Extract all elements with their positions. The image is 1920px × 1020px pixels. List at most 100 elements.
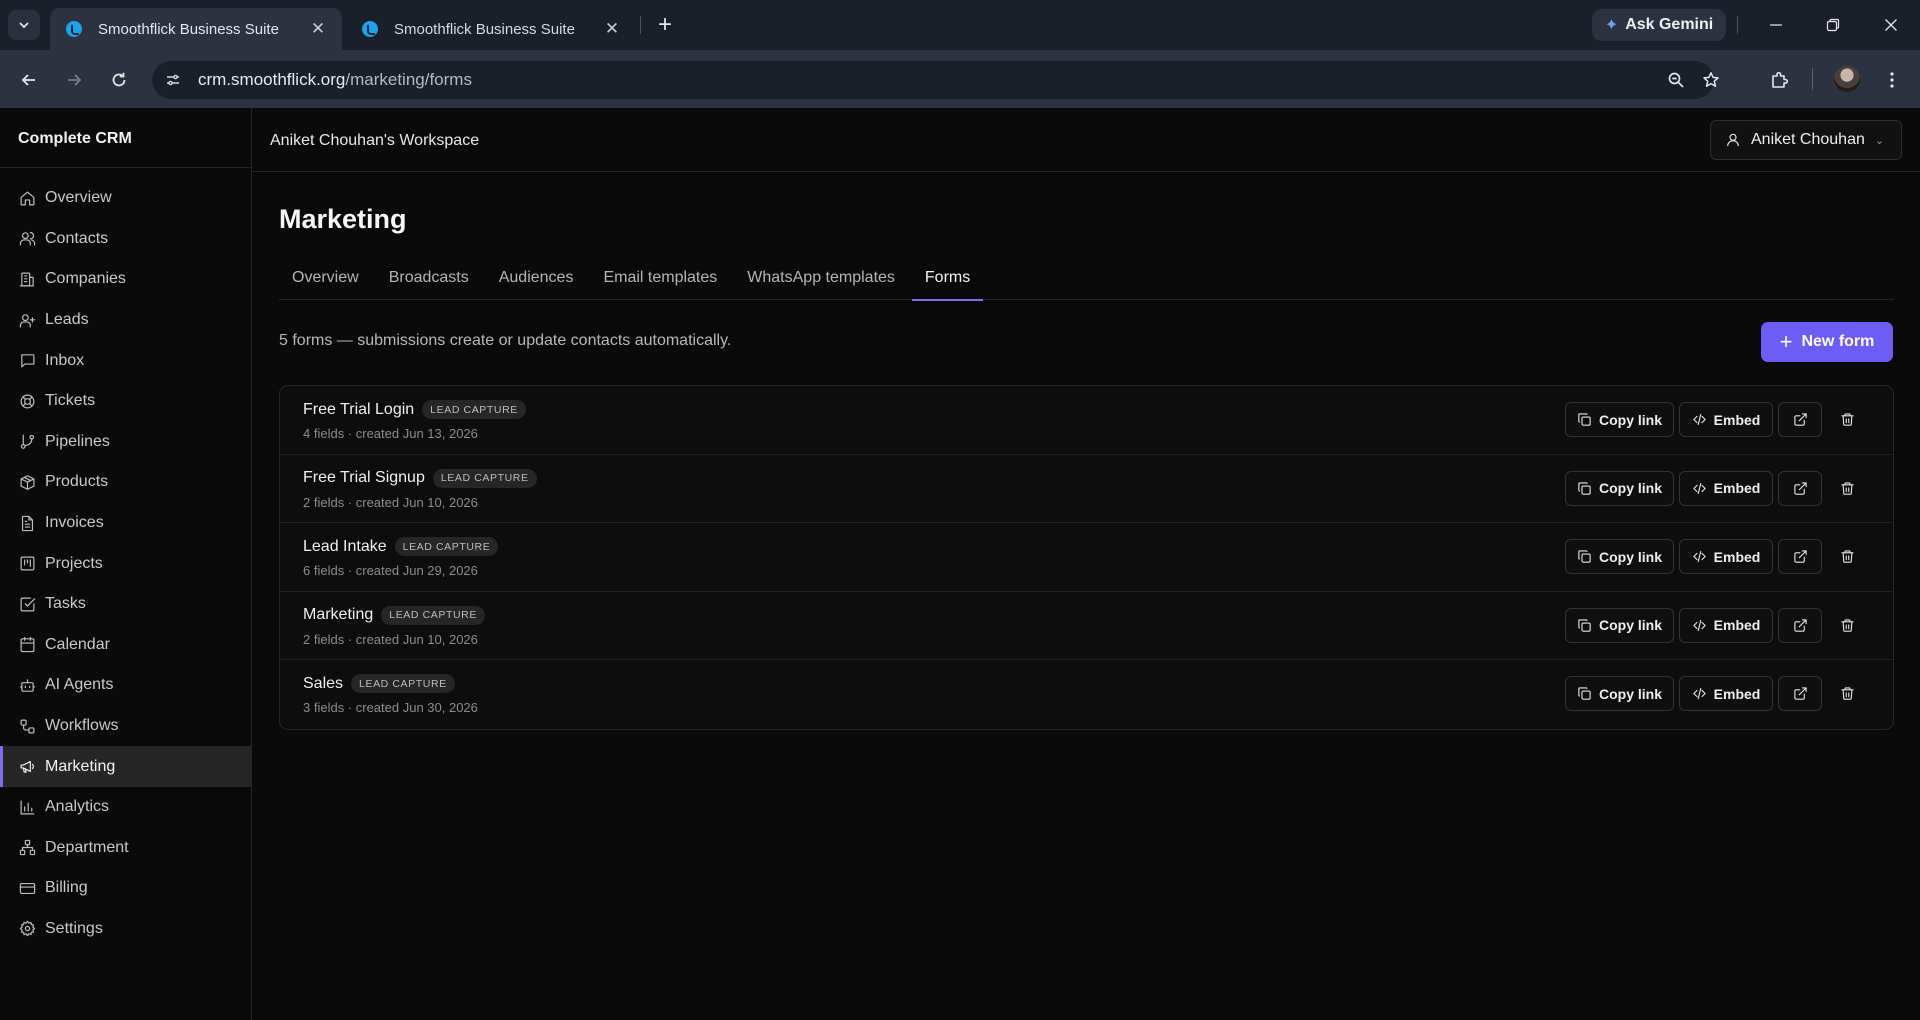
code-icon bbox=[1692, 482, 1706, 494]
close-tab-icon[interactable]: ✕ bbox=[602, 19, 622, 39]
embed-button[interactable]: Embed bbox=[1679, 402, 1773, 437]
tab-email-templates[interactable]: Email templates bbox=[590, 256, 730, 300]
sidebar-item-label: Tickets bbox=[45, 392, 96, 410]
sidebar-item-contacts[interactable]: Contacts bbox=[0, 219, 251, 260]
sidebar-item-label: Workflows bbox=[45, 717, 119, 735]
code-icon bbox=[1692, 413, 1706, 426]
restore-window-button[interactable] bbox=[1813, 8, 1853, 42]
sidebar-item-department[interactable]: Department bbox=[0, 828, 251, 869]
bar-chart-icon bbox=[18, 798, 36, 816]
tab-overview[interactable]: Overview bbox=[279, 256, 372, 300]
sidebar-item-label: Settings bbox=[45, 919, 103, 937]
tab-forms[interactable]: Forms bbox=[911, 256, 984, 301]
sidebar-item-projects[interactable]: Projects bbox=[0, 543, 251, 584]
forward-button[interactable] bbox=[59, 65, 89, 95]
gear-icon bbox=[18, 920, 36, 938]
copy-icon bbox=[1578, 413, 1591, 426]
sidebar-item-ai-agents[interactable]: AI Agents bbox=[0, 665, 251, 706]
sidebar-item-billing[interactable]: Billing bbox=[0, 868, 251, 909]
zoom-icon[interactable] bbox=[1661, 65, 1691, 95]
forms-list: Free Trial Login LEAD CAPTURE 4 fields ·… bbox=[279, 385, 1894, 730]
copy-link-button[interactable]: Copy link bbox=[1565, 607, 1674, 643]
new-tab-button[interactable]: + bbox=[650, 10, 680, 40]
embed-button[interactable]: Embed bbox=[1679, 470, 1773, 506]
sidebar-item-invoices[interactable]: Invoices bbox=[0, 503, 251, 544]
close-tab-icon[interactable]: ✕ bbox=[308, 19, 328, 39]
bookmark-star-icon[interactable] bbox=[1696, 65, 1726, 95]
browser-menu-button[interactable] bbox=[1876, 65, 1908, 95]
check-square-icon bbox=[18, 595, 36, 613]
browser-tab-active[interactable]: Smoothflick Business Suite ✕ bbox=[50, 8, 342, 50]
site-favicon-icon bbox=[362, 21, 378, 37]
sidebar-item-tickets[interactable]: Tickets bbox=[0, 381, 251, 422]
extensions-button[interactable] bbox=[1764, 65, 1796, 95]
url-text: crm.smoothflick.org/marketing/forms bbox=[198, 70, 472, 90]
form-name[interactable]: Sales bbox=[303, 675, 343, 693]
open-form-button[interactable] bbox=[1778, 539, 1822, 575]
sidebar-item-overview[interactable]: Overview bbox=[0, 178, 251, 219]
sidebar-item-analytics[interactable]: Analytics bbox=[0, 787, 251, 828]
delete-form-button[interactable] bbox=[1827, 676, 1867, 711]
copy-link-button[interactable]: Copy link bbox=[1565, 539, 1674, 575]
tab-search-button[interactable] bbox=[8, 10, 40, 40]
trash-icon bbox=[1840, 619, 1854, 632]
delete-form-button[interactable] bbox=[1827, 539, 1867, 574]
copy-link-button[interactable]: Copy link bbox=[1565, 402, 1674, 437]
sidebar-item-inbox[interactable]: Inbox bbox=[0, 340, 251, 381]
tab-broadcasts[interactable]: Broadcasts bbox=[376, 256, 482, 300]
copy-link-button[interactable]: Copy link bbox=[1565, 676, 1674, 712]
sidebar-item-tasks[interactable]: Tasks bbox=[0, 584, 251, 625]
browser-tab[interactable]: Smoothflick Business Suite ✕ bbox=[346, 8, 636, 50]
sidebar-item-label: Inbox bbox=[45, 351, 85, 369]
ask-gemini-label: Ask Gemini bbox=[1625, 16, 1714, 33]
gemini-sparkle-icon: ✦ bbox=[1604, 17, 1619, 34]
embed-button[interactable]: Embed bbox=[1679, 676, 1773, 712]
ask-gemini-button[interactable]: ✦ Ask Gemini bbox=[1592, 9, 1726, 41]
embed-button[interactable]: Embed bbox=[1679, 539, 1773, 575]
toolbar-divider bbox=[1812, 68, 1813, 90]
sidebar: Complete CRM Overview Contacts Companies… bbox=[0, 108, 252, 1020]
form-meta: 3 fields · created Jun 30, 2026 bbox=[303, 700, 478, 716]
sidebar-item-settings[interactable]: Settings bbox=[0, 909, 251, 950]
address-bar[interactable]: crm.smoothflick.org/marketing/forms bbox=[152, 61, 1719, 99]
sidebar-item-workflows[interactable]: Workflows bbox=[0, 706, 251, 747]
delete-form-button[interactable] bbox=[1827, 608, 1867, 643]
embed-label: Embed bbox=[1713, 617, 1761, 634]
user-plus-icon bbox=[18, 311, 36, 329]
delete-form-button[interactable] bbox=[1827, 471, 1867, 506]
browser-toolbar: crm.smoothflick.org/marketing/forms bbox=[0, 50, 1920, 108]
form-type-badge: LEAD CAPTURE bbox=[394, 537, 499, 557]
minimize-window-button[interactable] bbox=[1756, 8, 1796, 42]
sidebar-item-leads[interactable]: Leads bbox=[0, 300, 251, 341]
sidebar-item-label: Products bbox=[45, 473, 109, 491]
sidebar-item-marketing[interactable]: Marketing bbox=[0, 746, 251, 787]
form-name[interactable]: Lead Intake bbox=[303, 538, 387, 556]
open-form-button[interactable] bbox=[1778, 402, 1822, 437]
sidebar-item-pipelines[interactable]: Pipelines bbox=[0, 422, 251, 463]
embed-button[interactable]: Embed bbox=[1679, 607, 1773, 643]
back-button[interactable] bbox=[14, 65, 44, 95]
form-name[interactable]: Marketing bbox=[303, 606, 373, 624]
sidebar-item-products[interactable]: Products bbox=[0, 462, 251, 503]
delete-form-button[interactable] bbox=[1827, 402, 1867, 437]
form-name[interactable]: Free Trial Signup bbox=[303, 469, 425, 487]
form-name[interactable]: Free Trial Login bbox=[303, 401, 414, 419]
user-menu-button[interactable]: Aniket Chouhan ⌄ bbox=[1710, 120, 1902, 160]
form-row: Lead Intake LEAD CAPTURE 6 fields · crea… bbox=[280, 523, 1893, 592]
close-window-button[interactable] bbox=[1871, 8, 1911, 42]
site-info-icon[interactable] bbox=[156, 63, 190, 97]
open-form-button[interactable] bbox=[1778, 676, 1822, 712]
new-form-button[interactable]: + New form bbox=[1761, 322, 1893, 362]
tab-whatsapp-templates[interactable]: WhatsApp templates bbox=[734, 256, 908, 300]
reload-button[interactable] bbox=[104, 65, 134, 95]
copy-link-label: Copy link bbox=[1598, 480, 1662, 497]
form-row: Marketing LEAD CAPTURE 2 fields · create… bbox=[280, 592, 1893, 661]
open-form-button[interactable] bbox=[1778, 607, 1822, 643]
profile-avatar[interactable] bbox=[1834, 66, 1860, 92]
trash-icon bbox=[1840, 550, 1854, 563]
copy-link-button[interactable]: Copy link bbox=[1565, 470, 1674, 506]
sidebar-item-companies[interactable]: Companies bbox=[0, 259, 251, 300]
tab-audiences[interactable]: Audiences bbox=[486, 256, 587, 300]
sidebar-item-calendar[interactable]: Calendar bbox=[0, 625, 251, 666]
open-form-button[interactable] bbox=[1778, 470, 1822, 506]
